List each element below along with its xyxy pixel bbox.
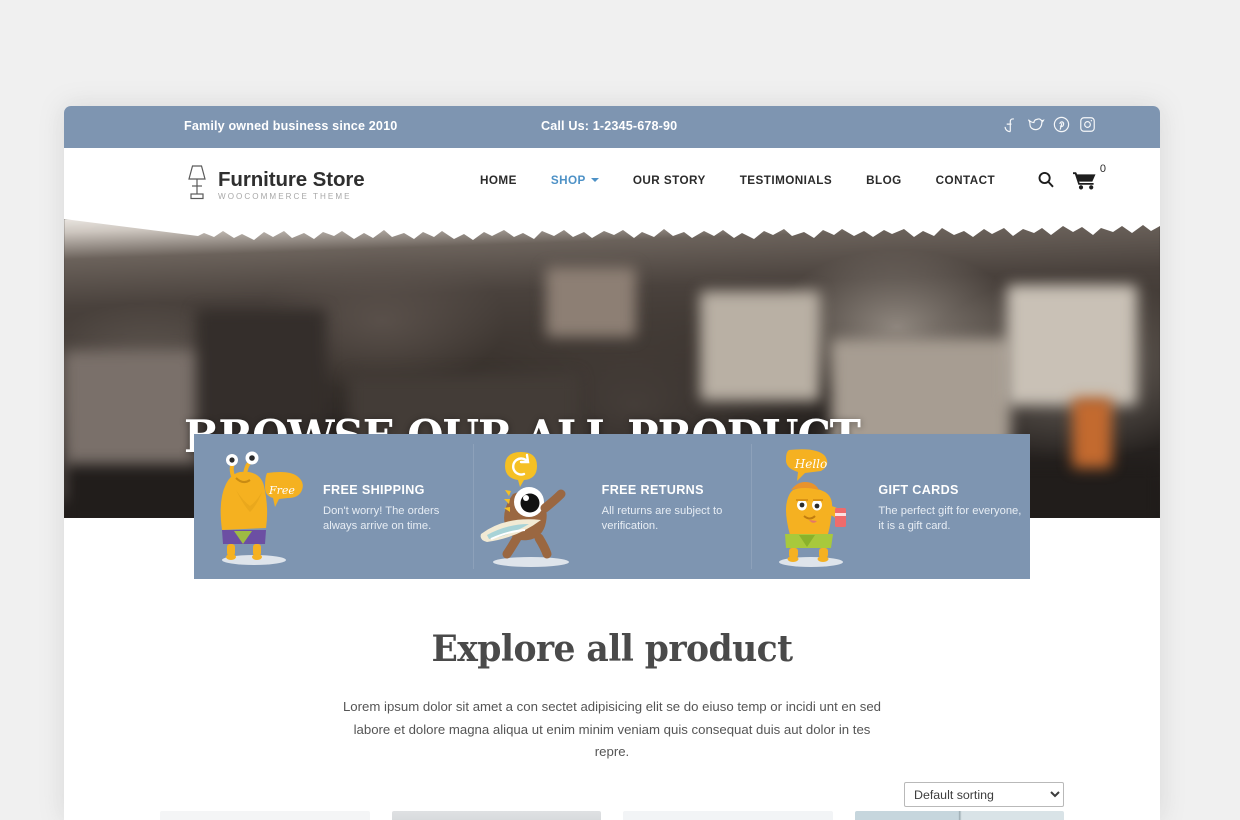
search-icon[interactable] (1037, 170, 1055, 190)
feature-free-shipping: Free FREE SHIPPING Don't worry! The orde… (194, 434, 473, 579)
feature-desc: The perfect gift for everyone, it is a g… (878, 504, 1022, 532)
brown-monster-surfboard-icon (479, 442, 595, 572)
feature-title: FREE SHIPPING (323, 482, 425, 497)
social-links (1000, 115, 1097, 134)
product-card[interactable] (623, 811, 833, 820)
catalog-toolbar: Default sorting Sort by popularity Sort … (64, 782, 1160, 812)
product-card[interactable] (391, 811, 601, 820)
feature-free-returns: FREE RETURNS All returns are subject to … (472, 434, 752, 579)
primary-nav: HOME SHOP OUR STORY TESTIMONIALS BLOG CO… (463, 174, 1012, 187)
nav-item-blog[interactable]: BLOG (849, 174, 919, 187)
nav-item-home[interactable]: HOME (463, 174, 534, 187)
sort-select[interactable]: Default sorting Sort by popularity Sort … (904, 782, 1064, 807)
svg-text:Hello: Hello (794, 457, 827, 471)
nav-item-shop[interactable]: SHOP (534, 174, 616, 187)
chevron-down-icon (590, 178, 599, 182)
svg-text:Free: Free (268, 484, 295, 497)
features-banner: Free FREE SHIPPING Don't worry! The orde… (194, 434, 1030, 579)
topbar-note: Family owned business since 2010 (184, 119, 398, 133)
nav-item-testimonials[interactable]: TESTIMONIALS (723, 174, 849, 187)
nav-item-contact[interactable]: CONTACT (919, 174, 1012, 187)
twitter-icon[interactable] (1026, 115, 1045, 134)
nav-item-our-story[interactable]: OUR STORY (616, 174, 723, 187)
product-grid (160, 811, 1064, 820)
site-logo[interactable]: Furniture Store WOOCOMMERCE THEME (183, 163, 365, 205)
logo-subtitle: WOOCOMMERCE THEME (218, 192, 352, 202)
topbar-phone[interactable]: Call Us: 1-2345-678-90 (541, 119, 677, 133)
feature-title: FREE RETURNS (601, 482, 704, 497)
yellow-monster-icon: Free (212, 442, 316, 572)
torn-paper-edge (64, 219, 1160, 245)
feature-title: GIFT CARDS (878, 482, 959, 497)
section-copy: Lorem ipsum dolor sit amet a con sectet … (342, 699, 882, 760)
site-card: Family owned business since 2010 Call Us… (64, 106, 1160, 820)
table-lamp-icon (183, 163, 209, 205)
instagram-icon[interactable] (1078, 115, 1097, 134)
feature-desc: Don't worry! The orders always arrive on… (323, 504, 440, 532)
pinterest-icon[interactable] (1052, 115, 1071, 134)
product-card[interactable] (160, 811, 370, 820)
feature-gift-cards: Hello GIFT CARDS The perfect gift for ev… (751, 434, 1030, 579)
section-title: Explore all product (431, 628, 794, 670)
explore-section: Explore all product Lorem ipsum dolor si… (64, 579, 1160, 764)
facebook-icon[interactable] (1000, 115, 1019, 134)
product-card[interactable] (854, 811, 1064, 820)
site-header: Furniture Store WOOCOMMERCE THEME HOME S… (64, 148, 1160, 219)
orange-monster-giftcard-icon: Hello (767, 442, 871, 572)
cart-count-badge: 0 (1099, 163, 1106, 175)
header-tools: 0 (1037, 163, 1106, 190)
utility-topbar: Family owned business since 2010 Call Us… (64, 106, 1160, 148)
feature-desc: All returns are subject to verification. (601, 504, 723, 532)
shopping-cart-icon[interactable]: 0 (1073, 163, 1106, 190)
logo-title: Furniture Store (218, 167, 365, 191)
page-root: Family owned business since 2010 Call Us… (0, 0, 1240, 820)
